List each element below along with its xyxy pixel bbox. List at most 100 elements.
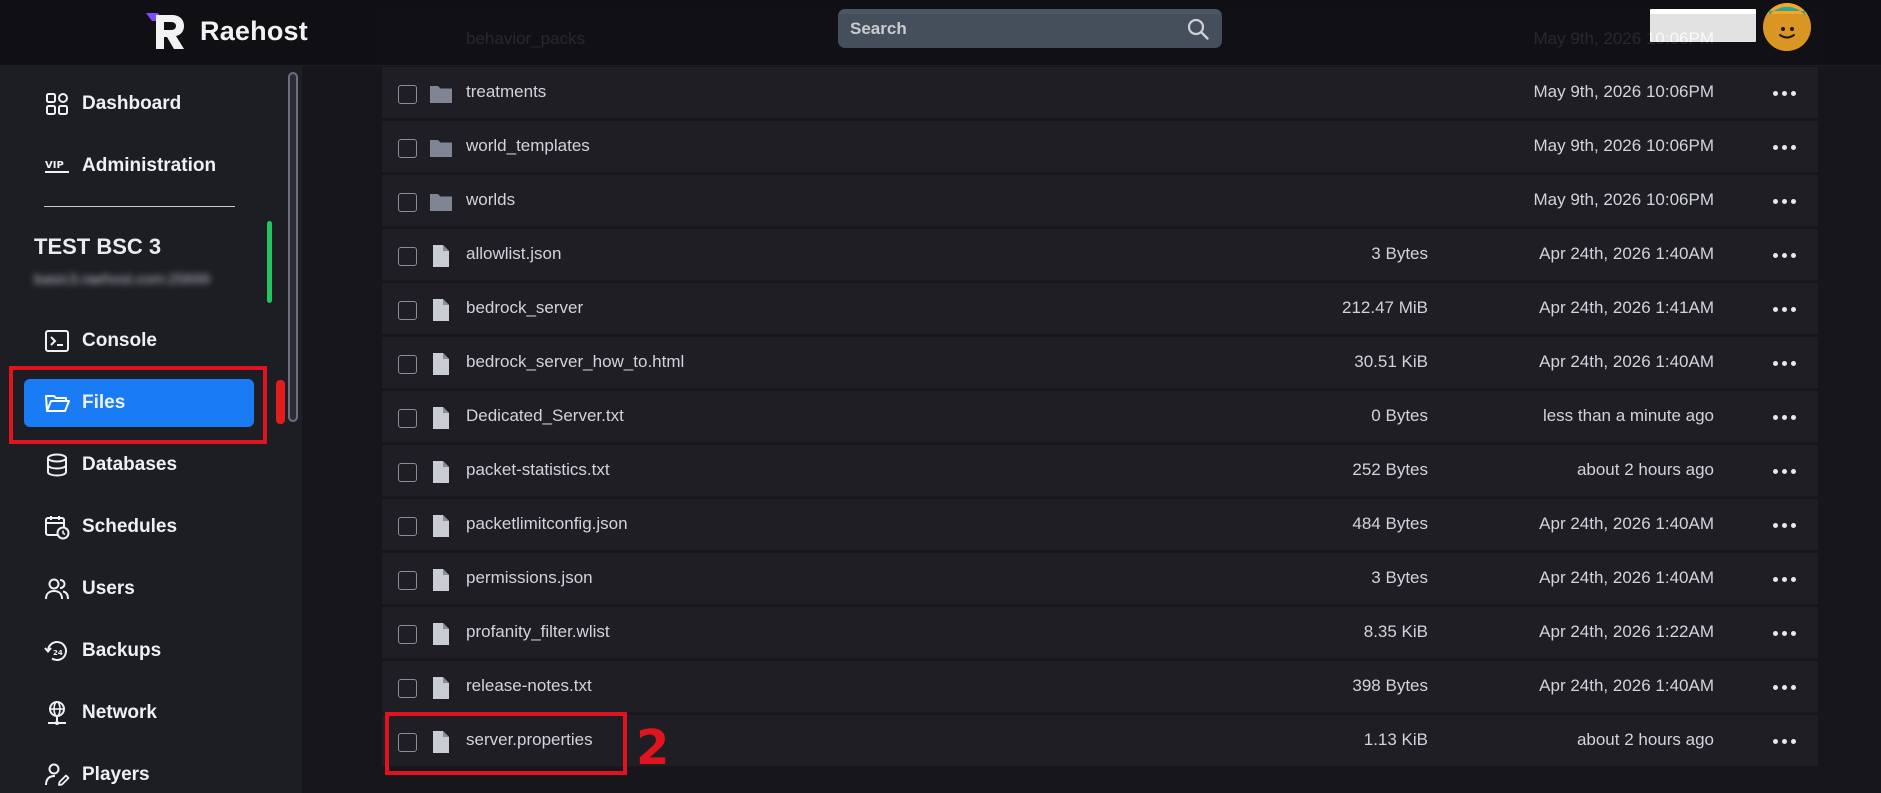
file-row[interactable]: server.properties 1.13 KiB about 2 hours…: [382, 715, 1818, 767]
file-modified: less than a minute ago: [1542, 406, 1714, 425]
file-icon: [428, 729, 454, 755]
sidebar-item-files[interactable]: Files: [24, 379, 254, 427]
more-options-icon[interactable]: [1766, 187, 1802, 215]
sidebar-item-label: Players: [82, 764, 150, 785]
file-row[interactable]: bedrock_server 212.47 MiB Apr 24th, 2026…: [382, 283, 1818, 335]
more-options-icon[interactable]: [1766, 349, 1802, 377]
sidebar-item-console[interactable]: Console: [24, 317, 254, 365]
more-options-icon[interactable]: [1766, 619, 1802, 647]
more-options-icon[interactable]: [1766, 241, 1802, 269]
sidebar-item-label: Files: [82, 392, 126, 413]
file-icon: [428, 675, 454, 701]
sidebar-item-users[interactable]: Users: [24, 565, 254, 613]
server-address: basic3.raehost.com:25699: [34, 271, 210, 288]
file-name[interactable]: world_templates: [466, 136, 590, 156]
sidebar-item-administration[interactable]: VIP Administration: [24, 142, 254, 190]
row-checkbox[interactable]: [398, 733, 417, 752]
more-options-icon[interactable]: [1766, 727, 1802, 755]
file-name[interactable]: profanity_filter.wlist: [466, 622, 610, 642]
file-row[interactable]: allowlist.json 3 Bytes Apr 24th, 2026 1:…: [382, 229, 1818, 281]
row-checkbox[interactable]: [398, 247, 417, 266]
raehost-logo-icon: [146, 13, 184, 49]
row-checkbox[interactable]: [398, 409, 417, 428]
row-checkbox[interactable]: [398, 679, 417, 698]
file-modified: Apr 24th, 2026 1:40AM: [1539, 514, 1714, 533]
file-row[interactable]: packetlimitconfig.json 484 Bytes Apr 24t…: [382, 499, 1818, 551]
file-row[interactable]: packet-statistics.txt 252 Bytes about 2 …: [382, 445, 1818, 497]
sidebar-item-label: Dashboard: [82, 93, 182, 114]
sidebar-divider: [44, 206, 235, 207]
more-options-icon[interactable]: [1766, 565, 1802, 593]
file-row[interactable]: treatments May 9th, 2026 10:06PM: [382, 67, 1818, 119]
sidebar-item-schedules[interactable]: Schedules: [24, 503, 254, 551]
file-name: behavior_packs: [466, 29, 586, 48]
file-name[interactable]: permissions.json: [466, 568, 593, 588]
backup-icon: 24: [44, 638, 70, 664]
file-row[interactable]: worlds May 9th, 2026 10:06PM: [382, 175, 1818, 227]
file-modified: Apr 24th, 2026 1:40AM: [1539, 244, 1714, 263]
file-row-ghost: behavior_packs May 9th, 2026 10:06PM: [382, 14, 1818, 66]
annotation-step-label: 2: [636, 720, 669, 772]
more-options-icon[interactable]: [1766, 403, 1802, 431]
file-list: behavior_packs May 9th, 2026 10:06PM tre…: [382, 0, 1818, 767]
row-checkbox[interactable]: [398, 193, 417, 212]
file-name[interactable]: server.properties: [466, 730, 593, 750]
sidebar-item-network[interactable]: Network: [24, 689, 254, 737]
more-options-icon[interactable]: [1766, 511, 1802, 539]
brand[interactable]: Raehost: [144, 8, 308, 54]
file-modified: May 9th, 2026 10:06PM: [1533, 29, 1714, 48]
server-name: TEST BSC 3: [34, 234, 162, 259]
sidebar-item-label: Schedules: [82, 516, 178, 537]
file-size: 3 Bytes: [1371, 568, 1428, 587]
file-row[interactable]: release-notes.txt 398 Bytes Apr 24th, 20…: [382, 661, 1818, 713]
sidebar-scrollbar[interactable]: [288, 72, 298, 422]
file-name[interactable]: bedrock_server: [466, 298, 583, 318]
sidebar-item-label: Databases: [82, 454, 178, 475]
row-checkbox[interactable]: [398, 517, 417, 536]
file-row[interactable]: permissions.json 3 Bytes Apr 24th, 2026 …: [382, 553, 1818, 605]
file-name[interactable]: worlds: [466, 190, 515, 210]
file-size: 0 Bytes: [1371, 406, 1428, 425]
row-checkbox[interactable]: [398, 355, 417, 374]
file-row[interactable]: profanity_filter.wlist 8.35 KiB Apr 24th…: [382, 607, 1818, 659]
row-checkbox[interactable]: [398, 139, 417, 158]
file-size: 252 Bytes: [1352, 460, 1428, 479]
file-name[interactable]: release-notes.txt: [466, 676, 592, 696]
more-options-icon[interactable]: [1766, 295, 1802, 323]
file-name[interactable]: packet-statistics.txt: [466, 460, 610, 480]
more-options-icon[interactable]: [1766, 457, 1802, 485]
sidebar: Dashboard VIP Administration TEST BSC 3 …: [0, 66, 302, 793]
file-name[interactable]: bedrock_server_how_to.html: [466, 352, 684, 372]
more-options-icon[interactable]: [1766, 79, 1802, 107]
row-checkbox[interactable]: [398, 571, 417, 590]
row-checkbox[interactable]: [398, 625, 417, 644]
file-modified: about 2 hours ago: [1576, 730, 1714, 749]
users-icon: [44, 576, 70, 602]
folder-open-icon: [44, 390, 70, 416]
row-checkbox[interactable]: [398, 301, 417, 320]
file-row[interactable]: Dedicated_Server.txt 0 Bytes less than a…: [382, 391, 1818, 443]
sidebar-item-label: Backups: [82, 640, 162, 661]
file-row[interactable]: world_templates May 9th, 2026 10:06PM: [382, 121, 1818, 173]
file-modified: Apr 24th, 2026 1:40AM: [1539, 352, 1714, 371]
sidebar-item-players[interactable]: Players: [24, 751, 254, 793]
file-icon: [428, 567, 454, 593]
row-checkbox[interactable]: [398, 85, 417, 104]
sidebar-item-dashboard[interactable]: Dashboard: [24, 80, 254, 128]
svg-text:VIP: VIP: [45, 160, 64, 171]
file-row[interactable]: bedrock_server_how_to.html 30.51 KiB Apr…: [382, 337, 1818, 389]
sidebar-item-backups[interactable]: 24 Backups: [24, 627, 254, 675]
sidebar-item-databases[interactable]: Databases: [24, 441, 254, 489]
row-checkbox[interactable]: [398, 463, 417, 482]
file-name[interactable]: Dedicated_Server.txt: [466, 406, 624, 426]
file-icon: [428, 351, 454, 377]
file-modified: May 9th, 2026 10:06PM: [1533, 82, 1714, 101]
file-name[interactable]: treatments: [466, 82, 546, 102]
svg-text:24: 24: [53, 649, 63, 657]
file-size: 30.51 KiB: [1354, 352, 1428, 371]
calendar-clock-icon: [44, 514, 70, 540]
file-name[interactable]: allowlist.json: [466, 244, 561, 264]
more-options-icon[interactable]: [1766, 133, 1802, 161]
file-name[interactable]: packetlimitconfig.json: [466, 514, 628, 534]
more-options-icon[interactable]: [1766, 673, 1802, 701]
